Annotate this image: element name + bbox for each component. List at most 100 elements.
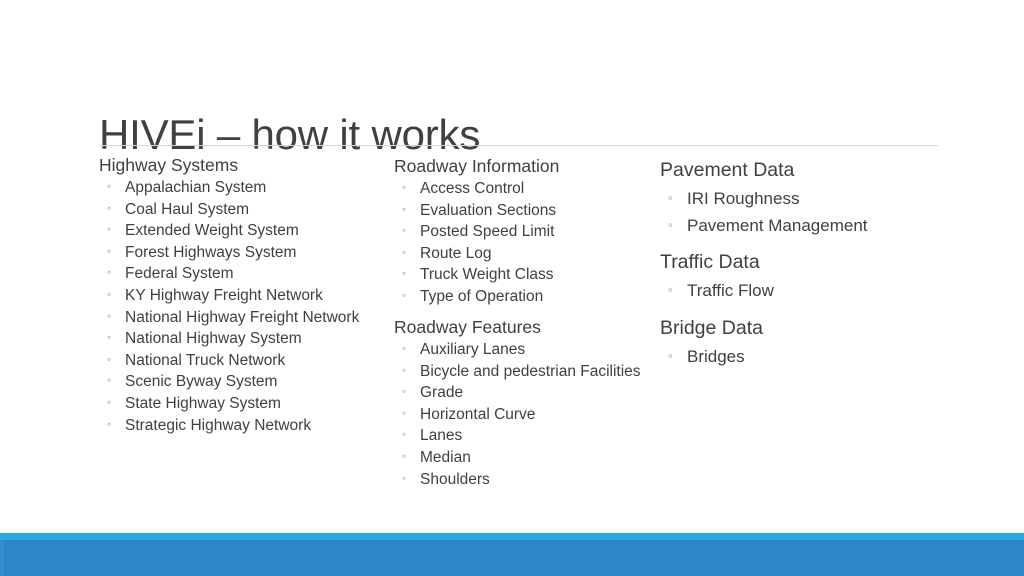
list-item-label: IRI Roughness	[687, 189, 800, 208]
group-title: Highway Systems	[99, 155, 239, 175]
hollow-circle-bullet-icon: ◦	[107, 394, 112, 409]
list-item-label: National Highway Freight Network	[125, 308, 360, 326]
list-item-label: Traffic Flow	[687, 281, 774, 300]
list-item-label: Type of Operation	[420, 287, 544, 305]
list-item-label: Federal System	[125, 265, 234, 283]
list-item-label: Posted Speed Limit	[420, 223, 555, 241]
list-item: ◦ Coal Haul System	[99, 199, 389, 221]
list-item: ◦ Pavement Management	[660, 212, 950, 239]
hollow-circle-bullet-icon: ◦	[107, 416, 112, 431]
bullet-list: ◦ Auxiliary Lanes ◦ Bicycle and pedestri…	[394, 339, 659, 490]
list-item: ◦ Traffic Flow	[660, 277, 950, 304]
list-item-label: Scenic Byway System	[125, 373, 278, 391]
list-item: ◦ National Highway Freight Network	[99, 307, 389, 329]
list-item: ◦ Scenic Byway System	[99, 371, 389, 393]
hollow-circle-bullet-icon: ◦	[402, 223, 407, 238]
group-roadway-features: Roadway Features ◦ Auxiliary Lanes ◦ Bic…	[394, 317, 659, 490]
list-item-label: State Highway System	[125, 394, 281, 412]
list-item-label: Truck Weight Class	[420, 266, 554, 284]
list-item-label: Bicycle and pedestrian Facilities	[420, 362, 641, 380]
bullet-list: ◦ Appalachian System ◦ Coal Haul System …	[99, 177, 389, 436]
group-title: Bridge Data	[660, 317, 763, 339]
group-traffic-data: Traffic Data ◦ Traffic Flow	[660, 251, 950, 304]
hollow-circle-bullet-icon: ◦	[107, 179, 112, 193]
list-item: ◦ Extended Weight System	[99, 220, 389, 242]
group-title: Traffic Data	[660, 251, 760, 273]
hollow-circle-bullet-icon: ◦	[402, 244, 407, 259]
hollow-circle-bullet-icon: ◦	[402, 405, 407, 420]
group-roadway-information: Roadway Information ◦ Access Control ◦ E…	[394, 156, 659, 308]
presentation-slide: HIVEi – how it works Highway Systems ◦ A…	[0, 0, 1024, 576]
hollow-circle-bullet-icon: ◦	[402, 470, 407, 485]
list-item-label: Grade	[420, 384, 464, 402]
list-item: ◦ Truck Weight Class	[394, 264, 659, 286]
hollow-circle-bullet-icon: ◦	[402, 448, 407, 463]
list-item-label: National Highway System	[125, 330, 302, 348]
list-item: ◦ Appalachian System	[99, 177, 389, 199]
list-item: ◦ Lanes	[394, 425, 659, 447]
list-item: ◦ Access Control	[394, 178, 659, 200]
list-item-label: Bridges	[687, 347, 745, 366]
footer-accent-stripe	[0, 533, 1024, 540]
list-item: ◦ State Highway System	[99, 393, 389, 415]
list-item: ◦ Route Log	[394, 243, 659, 265]
list-item-label: Access Control	[420, 180, 525, 197]
list-item: ◦ Horizontal Curve	[394, 404, 659, 426]
bullet-list: ◦ Bridges	[660, 343, 950, 370]
list-item-label: Median	[420, 448, 471, 466]
hollow-circle-bullet-icon: ◦	[107, 373, 112, 388]
list-item: ◦ Type of Operation	[394, 286, 659, 308]
hollow-circle-bullet-icon: ◦	[107, 330, 112, 345]
list-item-label: Auxiliary Lanes	[420, 341, 526, 358]
list-item: ◦ Shoulders	[394, 469, 659, 491]
list-item-label: Coal Haul System	[125, 200, 250, 218]
hollow-circle-bullet-icon: ◦	[668, 348, 673, 363]
list-item: ◦ Posted Speed Limit	[394, 221, 659, 243]
list-item: ◦ Auxiliary Lanes	[394, 339, 659, 361]
list-item: ◦ KY Highway Freight Network	[99, 285, 389, 307]
list-item-label: Pavement Management	[687, 216, 868, 235]
list-item-label: Horizontal Curve	[420, 405, 536, 423]
hollow-circle-bullet-icon: ◦	[107, 351, 112, 366]
list-item: ◦ National Highway System	[99, 328, 389, 350]
hollow-circle-bullet-icon: ◦	[402, 362, 407, 377]
hollow-circle-bullet-icon: ◦	[668, 217, 673, 232]
list-item-label: Lanes	[420, 427, 463, 445]
hollow-circle-bullet-icon: ◦	[402, 427, 407, 442]
list-item-label: Evaluation Sections	[420, 201, 557, 219]
list-item: ◦ Bicycle and pedestrian Facilities	[394, 361, 659, 383]
hollow-circle-bullet-icon: ◦	[107, 286, 112, 301]
content-columns: Highway Systems ◦ Appalachian System ◦ C…	[0, 0, 1024, 576]
hollow-circle-bullet-icon: ◦	[402, 287, 407, 302]
group-highway-systems: Highway Systems ◦ Appalachian System ◦ C…	[99, 155, 389, 436]
group-bridge-data: Bridge Data ◦ Bridges	[660, 317, 950, 370]
hollow-circle-bullet-icon: ◦	[668, 282, 673, 297]
group-title: Roadway Features	[394, 317, 541, 337]
group-pavement-data: Pavement Data ◦ IRI Roughness ◦ Pavement…	[660, 159, 950, 239]
bullet-list: ◦ IRI Roughness ◦ Pavement Management	[660, 185, 950, 239]
list-item: ◦ National Truck Network	[99, 350, 389, 372]
bullet-list: ◦ Traffic Flow	[660, 277, 950, 304]
list-item-label: National Truck Network	[125, 351, 286, 369]
list-item-label: Extended Weight System	[125, 222, 299, 240]
list-item: ◦ IRI Roughness	[660, 185, 950, 212]
list-item-label: Route Log	[420, 244, 492, 262]
list-item-label: Strategic Highway Network	[125, 416, 312, 434]
list-item: ◦ Evaluation Sections	[394, 200, 659, 222]
hollow-circle-bullet-icon: ◦	[402, 180, 407, 194]
list-item: ◦ Grade	[394, 382, 659, 404]
list-item-label: KY Highway Freight Network	[125, 286, 323, 304]
hollow-circle-bullet-icon: ◦	[402, 341, 407, 355]
hollow-circle-bullet-icon: ◦	[107, 243, 112, 258]
hollow-circle-bullet-icon: ◦	[668, 190, 673, 205]
footer-band	[0, 540, 1024, 576]
hollow-circle-bullet-icon: ◦	[402, 201, 407, 216]
hollow-circle-bullet-icon: ◦	[107, 308, 112, 323]
list-item: ◦ Forest Highways System	[99, 242, 389, 264]
hollow-circle-bullet-icon: ◦	[107, 265, 112, 280]
list-item: ◦ Bridges	[660, 343, 950, 370]
group-title: Pavement Data	[660, 159, 795, 181]
hollow-circle-bullet-icon: ◦	[107, 222, 112, 237]
bullet-list: ◦ Access Control ◦ Evaluation Sections ◦…	[394, 178, 659, 308]
list-item-label: Forest Highways System	[125, 243, 297, 261]
